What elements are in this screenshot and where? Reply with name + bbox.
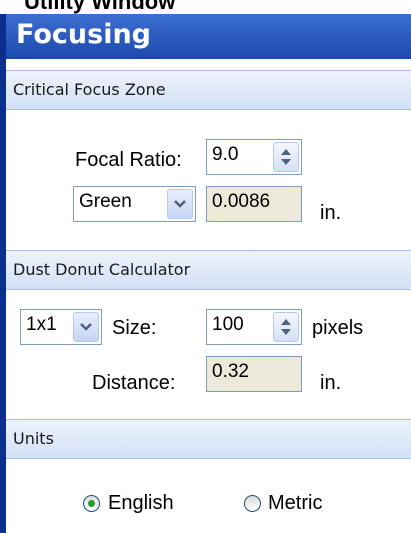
size-label: Size: xyxy=(112,317,157,339)
section-header-units: Units xyxy=(6,419,411,459)
window-title: Utility Window xyxy=(24,0,176,14)
focus-zone-output: 0.0086 xyxy=(206,186,302,222)
distance-label: Distance: xyxy=(92,372,176,394)
radio-metric-label[interactable]: Metric xyxy=(268,491,322,515)
focal-ratio-stepper[interactable]: 9.0 xyxy=(206,139,302,175)
spin-up-down-icon[interactable] xyxy=(273,312,299,342)
distance-value: 0.32 xyxy=(212,361,249,382)
focusing-panel: Focusing Critical Focus Zone Focal Ratio… xyxy=(6,14,411,533)
binning-selected: 1x1 xyxy=(26,314,57,335)
focus-zone-unit: in. xyxy=(320,202,342,224)
focal-ratio-value: 9.0 xyxy=(212,144,239,165)
size-unit: pixels xyxy=(312,317,364,339)
spin-up-down-icon[interactable] xyxy=(273,142,299,172)
focal-ratio-label: Focal Ratio: xyxy=(75,149,182,171)
size-value: 100 xyxy=(212,314,244,335)
section-title: Dust Donut Calculator xyxy=(13,260,191,279)
distance-output: 0.32 xyxy=(206,356,302,392)
size-stepper[interactable]: 100 xyxy=(206,309,302,345)
radio-english-label[interactable]: English xyxy=(108,491,174,515)
chevron-down-icon[interactable] xyxy=(73,312,99,342)
binning-dropdown[interactable]: 1x1 xyxy=(20,309,102,345)
section-title: Critical Focus Zone xyxy=(13,80,166,99)
radio-selected-icon xyxy=(88,500,95,507)
panel-header: Focusing xyxy=(6,14,411,59)
focus-zone-value: 0.0086 xyxy=(212,191,271,212)
radio-english[interactable] xyxy=(83,495,100,512)
distance-unit: in. xyxy=(320,372,342,394)
section-header-dust-donut-calculator: Dust Donut Calculator xyxy=(6,250,411,290)
color-selected: Green xyxy=(79,191,132,212)
section-header-critical-focus-zone: Critical Focus Zone xyxy=(6,70,411,110)
section-title: Units xyxy=(13,429,54,448)
panel-title: Focusing xyxy=(16,19,151,50)
radio-metric[interactable] xyxy=(244,495,261,512)
color-dropdown[interactable]: Green xyxy=(73,186,196,222)
chevron-down-icon[interactable] xyxy=(167,189,193,219)
